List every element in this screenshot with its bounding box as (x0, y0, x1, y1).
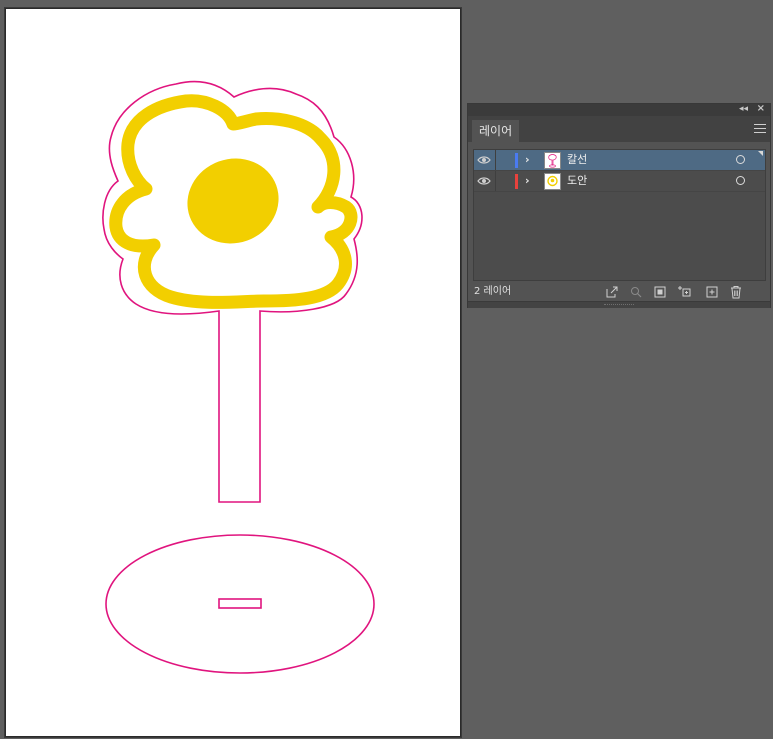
layer-color-indicator (515, 174, 518, 189)
column-divider (495, 171, 496, 191)
artboard[interactable] (5, 8, 461, 737)
column-divider (495, 150, 496, 170)
layer-thumbnail (544, 173, 561, 190)
chevron-right-icon[interactable]: › (525, 151, 530, 169)
eye-icon[interactable] (477, 153, 491, 167)
tab-layers-label: 레이어 (479, 124, 513, 138)
canvas-workspace[interactable]: ◂◂ × 레이어 › 칼선 › 도안 2 레이어 (0, 0, 773, 739)
collapse-icon[interactable]: ◂◂ (739, 103, 748, 115)
target-circle-icon[interactable] (736, 176, 745, 185)
chevron-right-icon[interactable]: › (525, 172, 530, 190)
eye-icon[interactable] (477, 174, 491, 188)
panel-menu-icon[interactable] (754, 121, 766, 135)
layer-thumbnail (544, 152, 561, 169)
layer-color-indicator (515, 153, 518, 168)
base-slot-cutline[interactable] (218, 598, 262, 609)
panel-footer: 2 레이어 (468, 282, 770, 302)
target-circle-icon[interactable] (736, 155, 745, 164)
selection-corner-icon (758, 151, 763, 156)
tab-layers[interactable]: 레이어 (472, 120, 520, 142)
search-icon[interactable] (628, 284, 644, 300)
new-layer-icon[interactable] (704, 284, 720, 300)
panel-resize-handle[interactable] (468, 301, 770, 308)
layer-row-design[interactable]: › 도안 (474, 171, 765, 192)
clipping-mask-icon[interactable] (652, 284, 668, 300)
close-icon[interactable]: × (757, 103, 765, 115)
layer-row-cutline[interactable]: › 칼선 (474, 150, 765, 171)
sublayer-icon[interactable] (676, 284, 692, 300)
base-oval-cutline[interactable] (105, 534, 375, 674)
panel-titlebar[interactable]: ◂◂ × (468, 103, 770, 116)
layer-count: 2 레이어 (474, 286, 512, 297)
artwork[interactable] (6, 9, 460, 736)
trash-icon[interactable] (728, 284, 744, 300)
layer-list[interactable]: › 칼선 › 도안 (473, 149, 766, 281)
layer-name[interactable]: 칼선 (567, 150, 587, 170)
layer-name[interactable]: 도안 (567, 171, 587, 191)
resize-grip[interactable] (604, 304, 634, 307)
layers-panel: ◂◂ × 레이어 › 칼선 › 도안 2 레이어 (467, 103, 771, 308)
export-icon[interactable] (604, 284, 620, 300)
panel-tabbar: 레이어 (468, 116, 770, 142)
